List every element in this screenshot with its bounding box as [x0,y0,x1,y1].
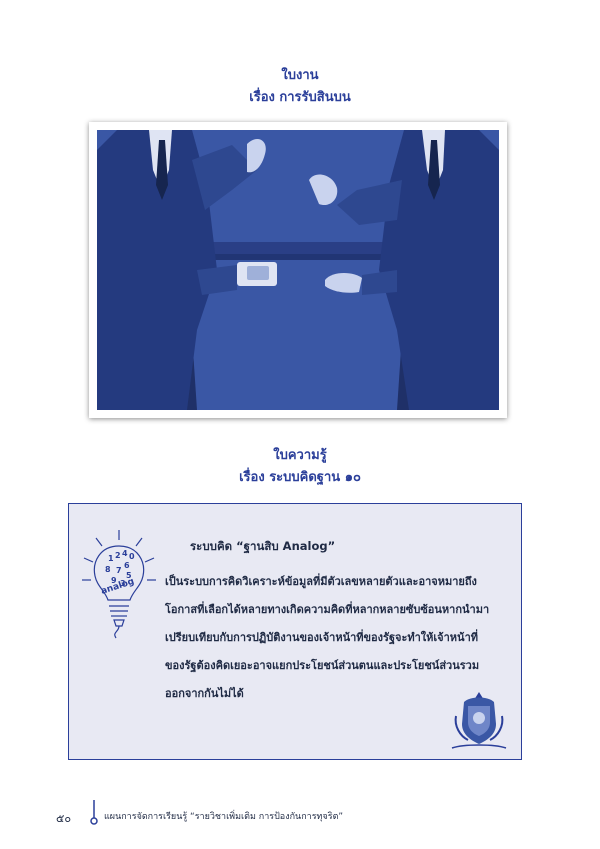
paragraph-line: ออกจากกันไม่ได้ [165,687,244,700]
knowledge-title: ใบความรู้ [273,448,327,463]
paragraph-line: เปรียบเทียบกับการปฏิบัติงานของเจ้าหน้าที… [165,631,479,644]
paragraph-line: เป็นระบบการคิดวิเคราะห์ข้อมูลที่มีตัวเลข… [165,575,477,588]
box-heading: ระบบคิด “ฐานสิบ Analog” [190,539,336,553]
knowledge-subtitle: เรื่อง ระบบคิดฐาน ๑๐ [239,470,361,485]
bulb-digit: 0 [129,552,135,561]
pin-icon [89,800,99,830]
bulb-digit: 6 [124,561,130,570]
paragraph-line: ของรัฐต้องคิดเยอะอาจแยกประโยชน์ส่วนตนและ… [165,659,480,672]
bulb-digit: 4 [122,549,128,558]
bulb-digit: 8 [105,565,111,574]
bulb-digit: 2 [115,551,121,560]
bribery-illustration [89,122,507,418]
page-number: ๕๐ [56,812,72,825]
lightbulb-icon: 1 2 4 0 8 6 7 5 9 3 analog [78,528,160,644]
worksheet-title: ใบงาน [281,68,319,83]
emblem-seal-icon [444,686,514,760]
worksheet-subtitle: เรื่อง การรับสินบน [249,90,351,105]
bulb-digit: 1 [108,554,114,563]
paragraph-line: โอกาสที่เลือกได้หลายทางเกิดความคิดที่หลา… [165,603,490,616]
bulb-digit: 7 [116,566,122,575]
bulb-word: analog [100,577,136,597]
footer-text: แผนการจัดการเรียนรู้ “รายวิชาเพิ่มเติม ก… [104,812,344,822]
